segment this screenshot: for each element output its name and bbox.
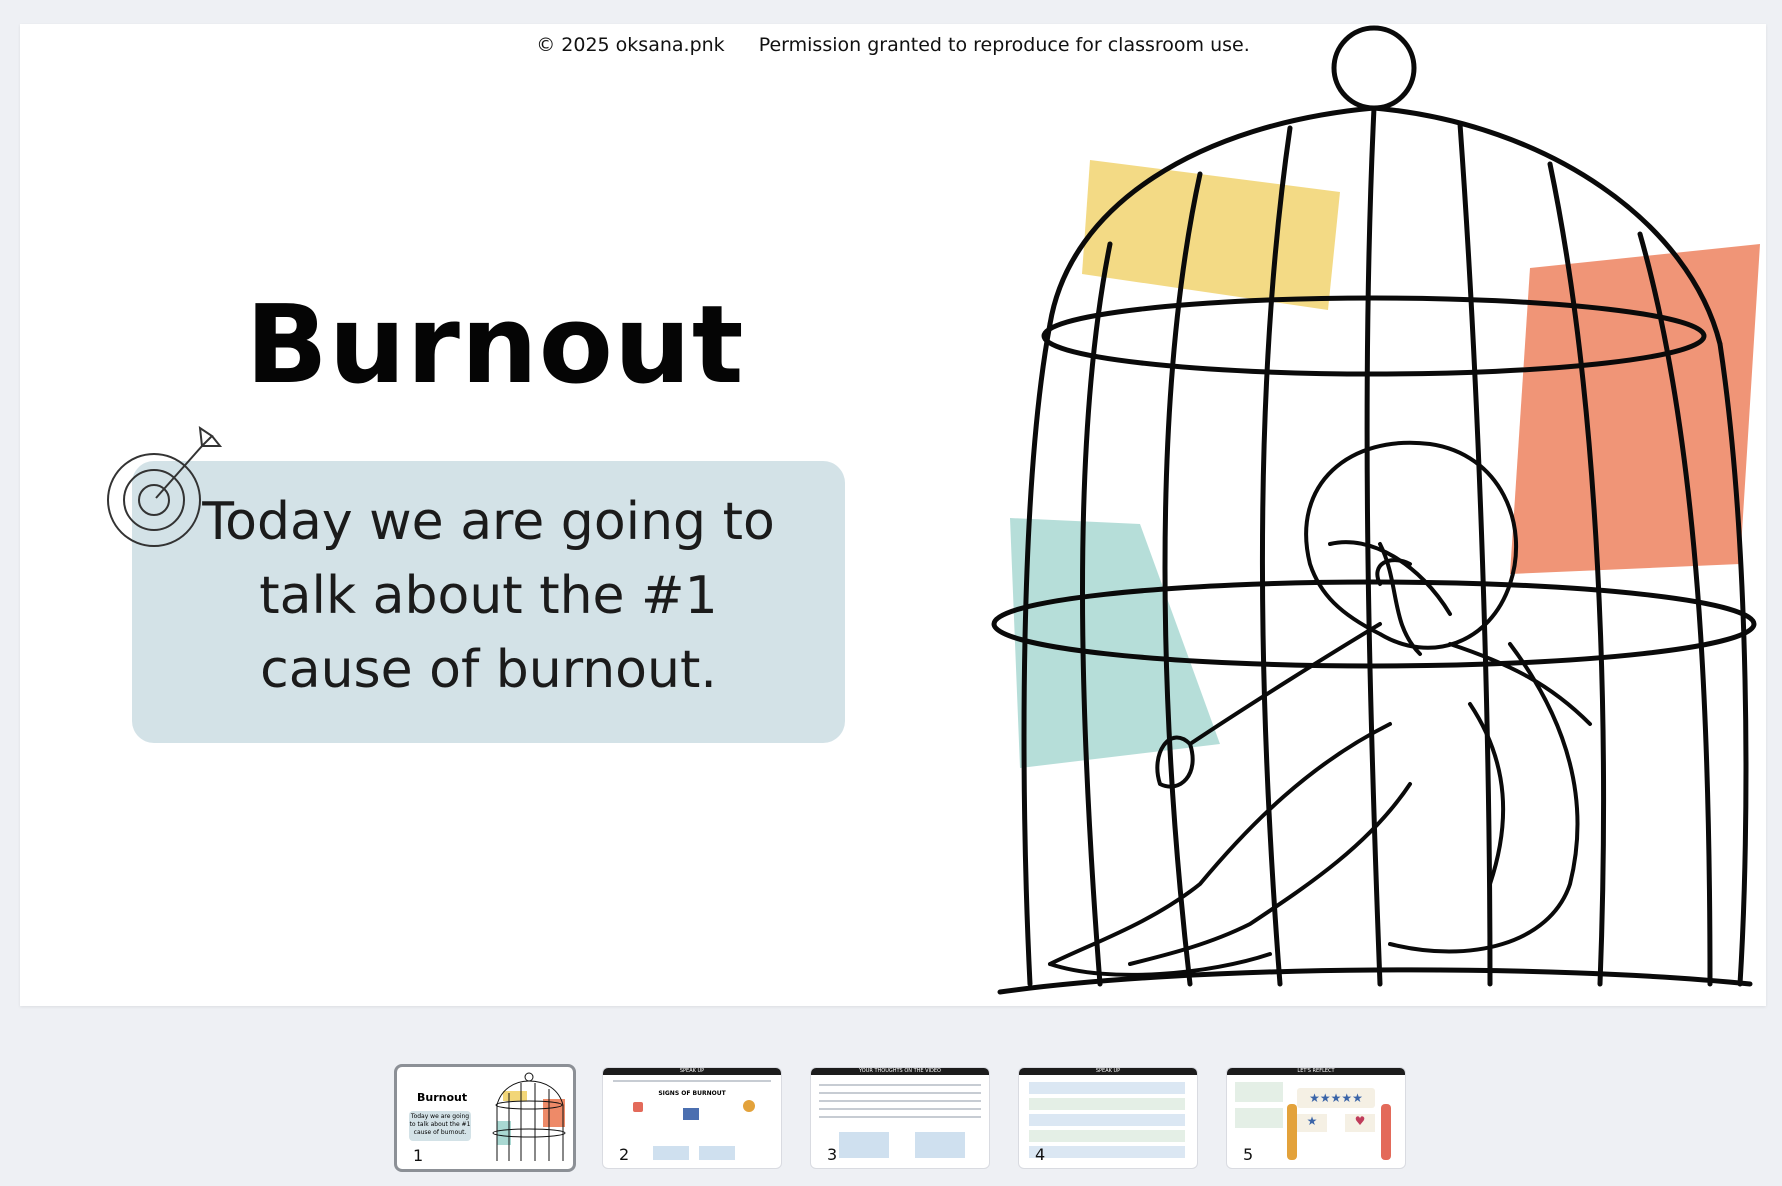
thumb-4-header: SPEAK UP [1019,1068,1197,1075]
thumb-3-line [819,1092,981,1094]
thumb-2-block [653,1146,689,1160]
thumb-2-icon [683,1108,699,1120]
thumb-5-block [1235,1082,1283,1102]
thumb-5-stars-icon: ★★★★★ [1297,1088,1375,1108]
thumb-2-number: 2 [619,1145,630,1164]
thumb-1-cage-illustration [492,1072,566,1161]
thumb-3-number: 3 [827,1145,838,1164]
thumb-4-number: 4 [1035,1145,1046,1164]
goal-line-3: cause of burnout. [260,640,717,700]
thumb-1-number: 1 [413,1146,424,1165]
thumb-3-line [819,1100,981,1102]
thumbnail-slide-2[interactable]: SPEAK UP SIGNS OF BURNOUT 2 [602,1067,782,1169]
thumb-5-number: 5 [1243,1145,1254,1164]
thumb-5-header: LET'S REFLECT [1227,1068,1405,1075]
thumb-2-icon [743,1100,755,1112]
goal-line-1: Today we are going to [202,492,775,552]
thumb-3-header: YOUR THOUGHTS ON THE VIDEO [811,1068,989,1075]
thumb-3-line [819,1084,981,1086]
slide-canvas: © 2025 oksana.pnk Permission granted to r… [20,24,1766,1006]
thumb-4-block [1029,1098,1185,1110]
thumbnail-slide-4[interactable]: SPEAK UP 4 [1018,1067,1198,1169]
thumb-2-line [613,1080,771,1082]
slide-title: Burnout [245,283,745,408]
goal-line-2: talk about the #1 [259,566,718,626]
thumb-1-text: Today we are going to talk about the #1 … [409,1111,471,1141]
copyright-text: © 2025 oksana.pnk [536,34,725,56]
thumb-5-person [1381,1104,1391,1160]
thumbnail-slide-1[interactable]: Burnout Today we are going to talk about… [394,1064,576,1172]
goal-text: Today we are going to talk about the #1 … [132,485,845,707]
thumb-1-title: Burnout [417,1091,468,1104]
thumbnail-slide-3[interactable]: YOUR THOUGHTS ON THE VIDEO 3 [810,1067,990,1169]
thumb-2-title: SIGNS OF BURNOUT [658,1090,726,1097]
thumb-3-line [819,1116,981,1118]
thumb-2-block [699,1146,735,1160]
thumb-4-block [1029,1114,1185,1126]
thumb-4-block [1029,1082,1185,1094]
thumbnail-slide-5[interactable]: LET'S REFLECT ★★★★★ ★ ♥ 5 [1226,1067,1406,1169]
thumb-5-star-icon: ★ [1297,1114,1327,1132]
thumb-3-block [915,1132,965,1158]
slide-thumbnail-strip: Burnout Today we are going to talk about… [0,1060,1782,1172]
thumb-5-block [1235,1108,1283,1128]
thumb-3-block [839,1132,889,1158]
thumb-2-header: SPEAK UP [603,1068,781,1075]
target-arrow-icon [107,425,223,547]
thumb-5-heart-icon: ♥ [1345,1114,1375,1132]
goal-box: Today we are going to talk about the #1 … [132,461,845,743]
thumb-5-person [1287,1104,1297,1160]
caged-sad-girl-illustration [991,25,1760,995]
thumb-4-block [1029,1146,1185,1158]
thumb-2-icon [633,1102,643,1112]
thumb-4-block [1029,1130,1185,1142]
thumb-3-line [819,1108,981,1110]
